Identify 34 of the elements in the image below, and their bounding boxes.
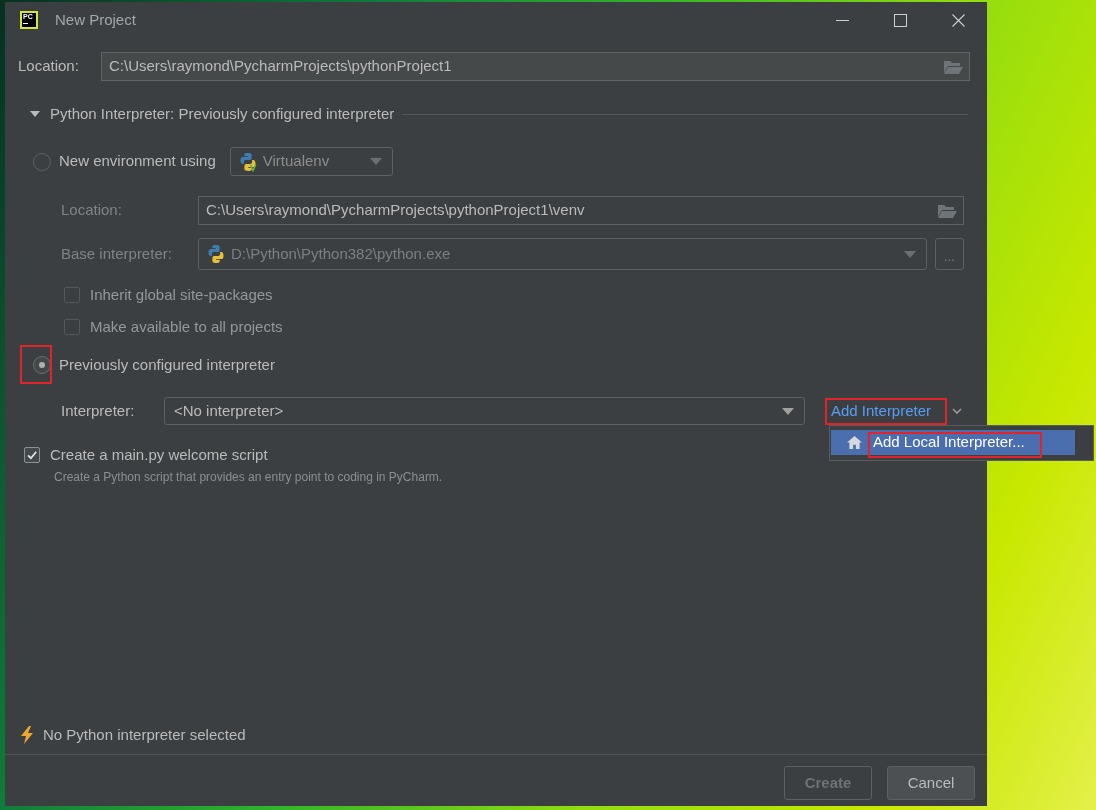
home-icon bbox=[847, 436, 862, 449]
checkbox[interactable] bbox=[24, 447, 40, 463]
radio-label[interactable]: New environment using bbox=[59, 150, 216, 173]
dialog-button[interactable]: Cancel bbox=[887, 766, 975, 800]
field-label: Location: bbox=[61, 200, 123, 221]
field-label: Interpreter: bbox=[61, 400, 136, 421]
radio-button[interactable] bbox=[33, 356, 51, 374]
dropdown-arrow-icon[interactable] bbox=[782, 407, 794, 415]
chevron-down-icon[interactable] bbox=[952, 408, 963, 414]
environment-dropdown[interactable]: Virtualenv bbox=[229, 147, 393, 176]
lightning-icon bbox=[20, 726, 34, 744]
radio-label[interactable]: Previously configured interpreter bbox=[59, 353, 275, 377]
radio-button[interactable] bbox=[33, 152, 51, 171]
field-label: Base interpreter: bbox=[61, 243, 173, 264]
field-label: Location: bbox=[18, 56, 80, 77]
triangle-down-icon[interactable] bbox=[30, 109, 40, 119]
maximize-icon bbox=[893, 13, 907, 27]
section-title[interactable]: Python Interpreter: Previously configured interpreter bbox=[50, 102, 395, 126]
help-text: Create a Python script that provides an entry point to coding in PyCharm. bbox=[54, 469, 443, 485]
minimize-icon bbox=[835, 19, 849, 21]
interpreter-dropdown[interactable]: <No interpreter> bbox=[164, 397, 805, 425]
folder-icon[interactable] bbox=[937, 202, 957, 219]
dropdown-arrow-icon[interactable] bbox=[369, 158, 382, 165]
annotation-frame bbox=[20, 345, 52, 384]
menu-item[interactable]: Add Local Interpreter... bbox=[831, 430, 1075, 455]
path-field[interactable]: C:\Users\raymond\PycharmProjects\pythonProject1\venv bbox=[198, 196, 964, 225]
folder-icon[interactable] bbox=[943, 58, 963, 75]
window-title: New Project bbox=[55, 9, 136, 30]
location-field[interactable]: C:\Users\raymond\PycharmProjects\pythonProject1 bbox=[101, 52, 970, 81]
checkbox-label[interactable]: Create a main.py welcome script bbox=[50, 443, 268, 467]
python-icon bbox=[206, 244, 226, 264]
add-interpreter-link[interactable]: Add Interpreter bbox=[831, 402, 932, 420]
status-message: No Python interpreter selected bbox=[43, 724, 246, 745]
close-icon bbox=[951, 13, 965, 27]
